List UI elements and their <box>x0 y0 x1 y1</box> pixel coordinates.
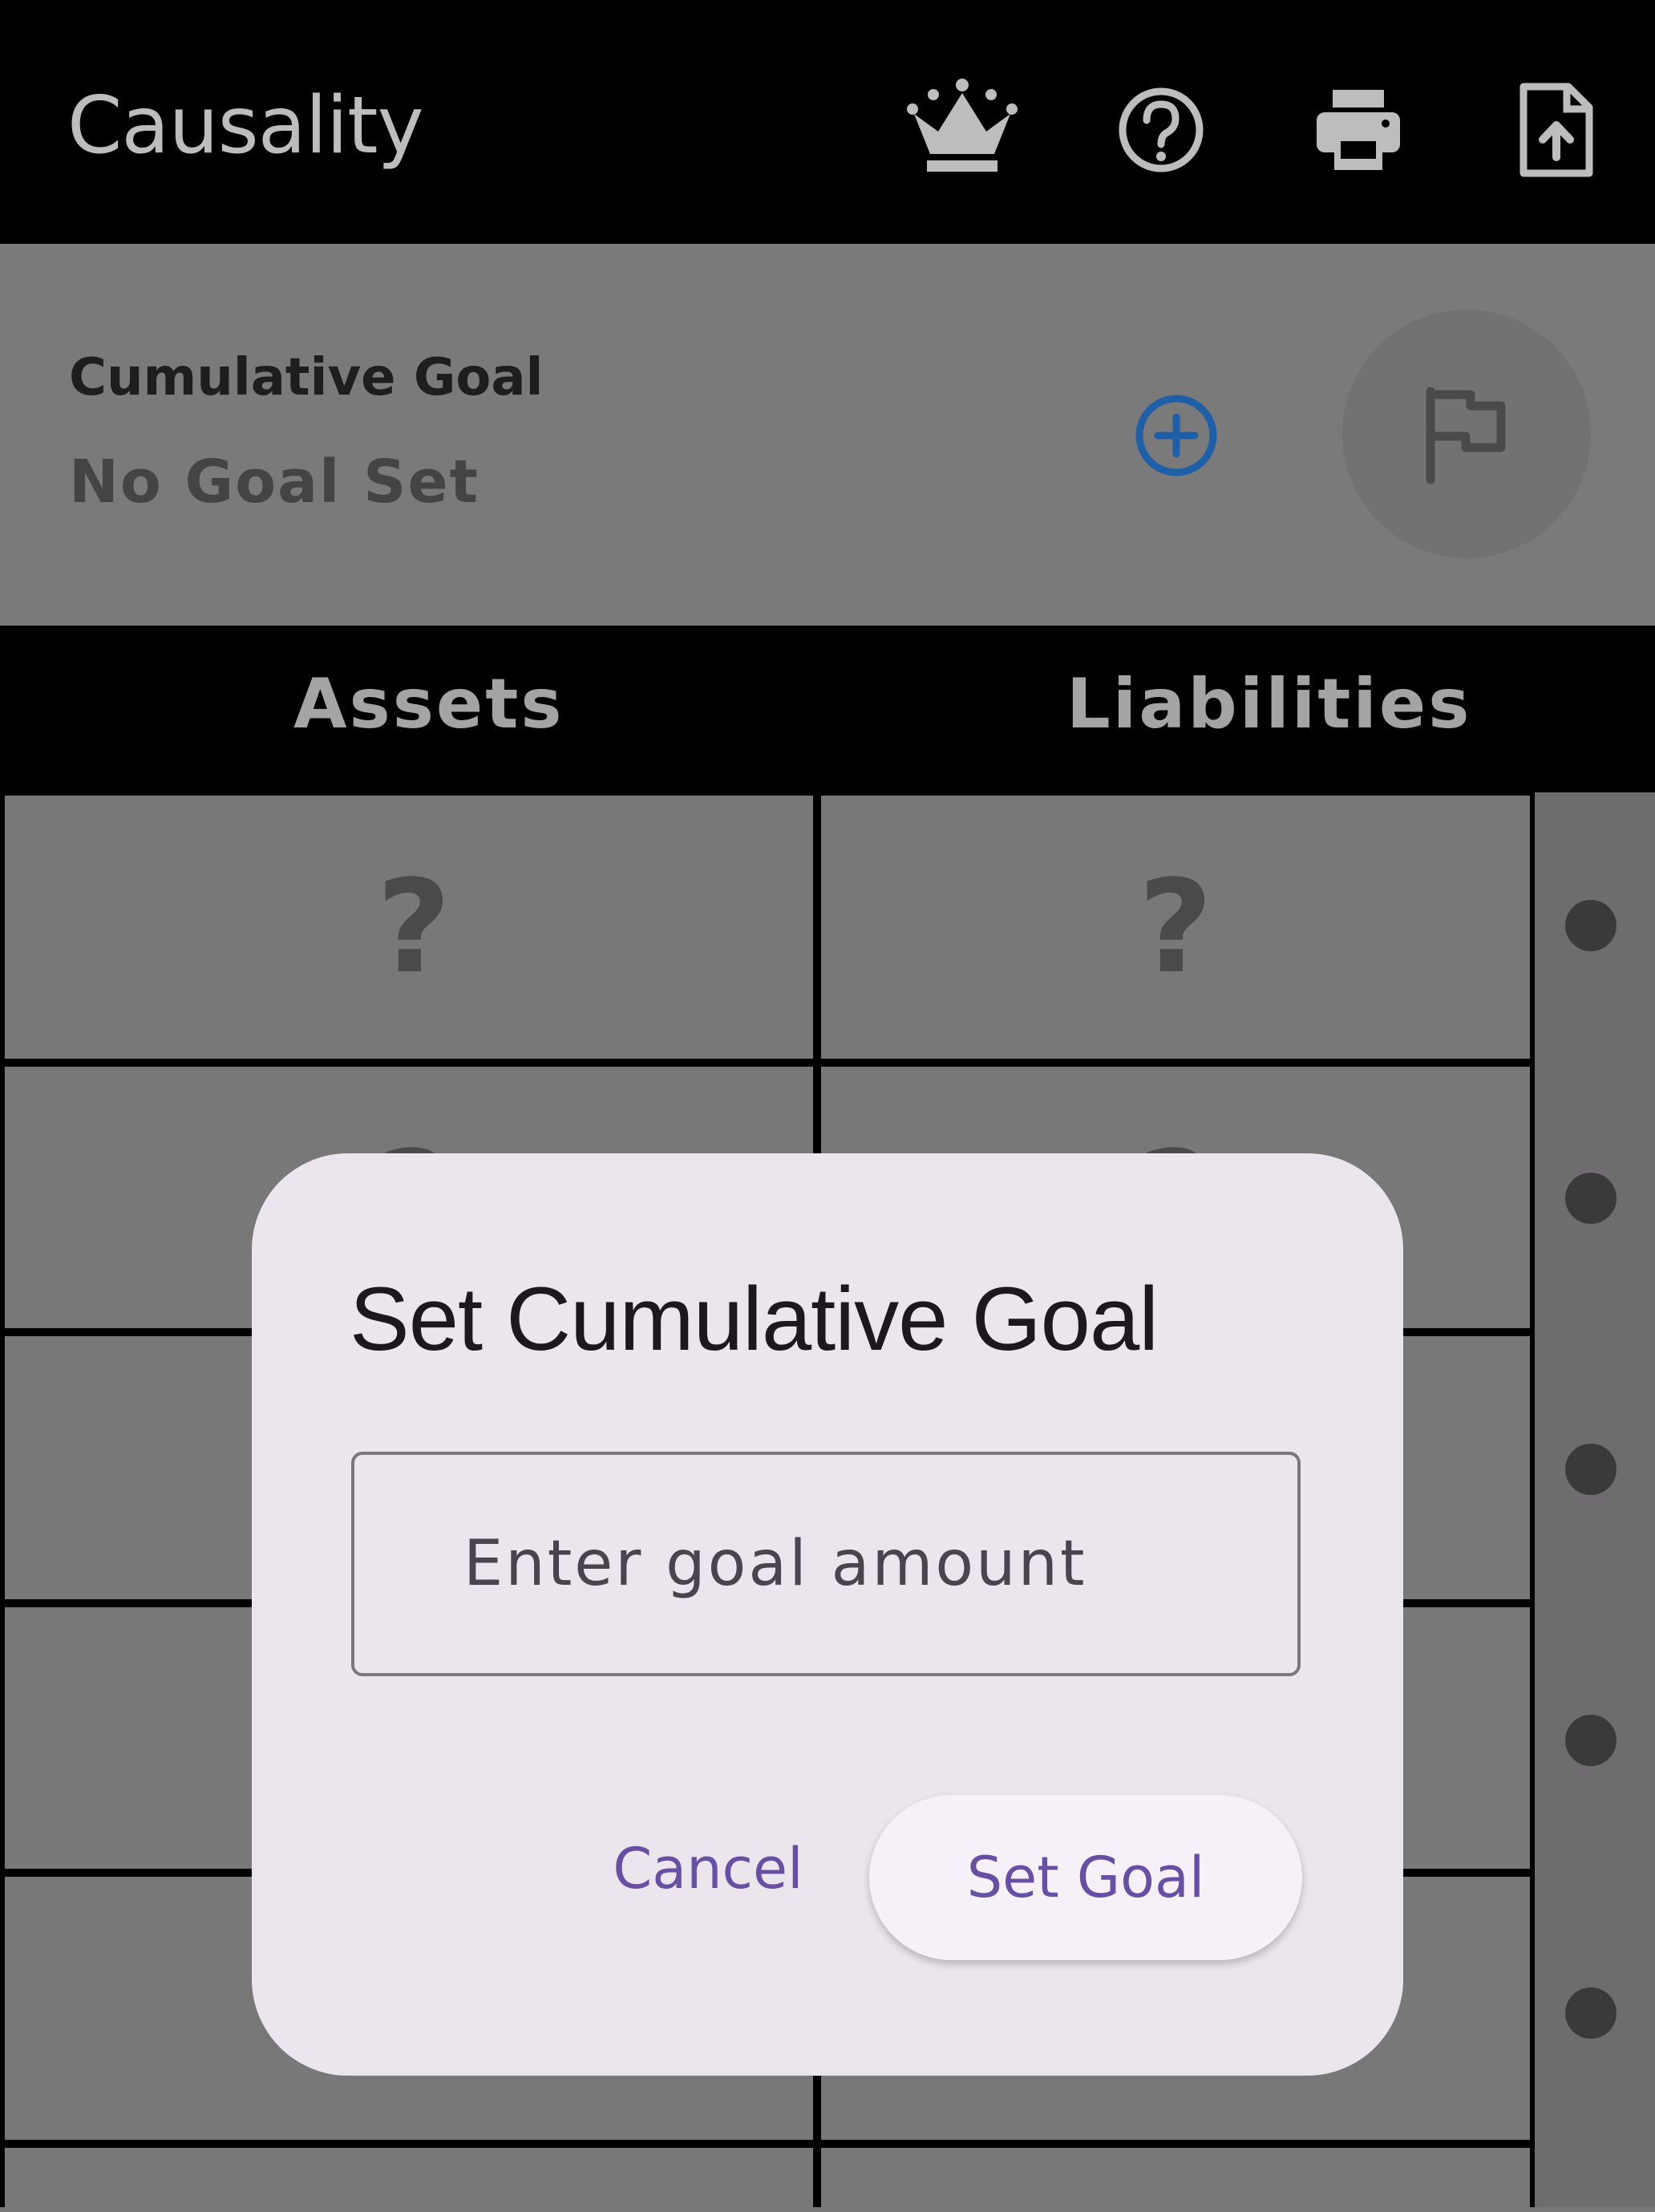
row-handle[interactable] <box>1565 900 1617 951</box>
cancel-button[interactable]: Cancel <box>576 1797 840 1941</box>
empty-placeholder: ? <box>376 852 451 1002</box>
empty-placeholder: ? <box>1138 852 1213 1002</box>
app-title: Causality <box>67 80 424 172</box>
crown-icon[interactable] <box>906 74 1018 186</box>
tab-liabilities[interactable]: Liabilities <box>1066 664 1471 744</box>
goal-panel: Cumulative Goal No Goal Set <box>0 244 1655 626</box>
asset-cell[interactable] <box>5 2148 813 2212</box>
row-handle[interactable] <box>1565 1715 1617 1766</box>
row-handle[interactable] <box>1565 1173 1617 1224</box>
set-goal-dialog: Set Cumulative Goal Cancel Set Goal <box>252 1153 1403 2076</box>
dialog-title: Set Cumulative Goal <box>350 1269 1159 1369</box>
add-circle-icon[interactable] <box>1132 391 1220 480</box>
row-handle[interactable] <box>1565 1444 1617 1495</box>
tab-bar: Assets Liabilities <box>0 626 1655 792</box>
app-bar: Causality <box>0 0 1655 244</box>
row-handle-rail <box>1535 792 1655 2207</box>
liability-cell[interactable]: ? <box>821 796 1530 1059</box>
tab-assets[interactable]: Assets <box>293 664 564 744</box>
print-icon[interactable] <box>1302 74 1414 186</box>
help-icon[interactable] <box>1105 74 1217 186</box>
flag-button[interactable] <box>1342 310 1591 558</box>
row-handle[interactable] <box>1565 1987 1617 2039</box>
goal-label: Cumulative Goal <box>69 348 544 407</box>
flag-icon <box>1426 387 1506 484</box>
liability-cell[interactable] <box>821 2148 1530 2212</box>
goal-amount-input[interactable] <box>351 1452 1301 1676</box>
goal-value: No Goal Set <box>69 448 480 517</box>
export-file-icon[interactable] <box>1499 74 1612 186</box>
set-goal-button[interactable]: Set Goal <box>869 1795 1302 1960</box>
asset-cell[interactable]: ? <box>5 796 813 1059</box>
